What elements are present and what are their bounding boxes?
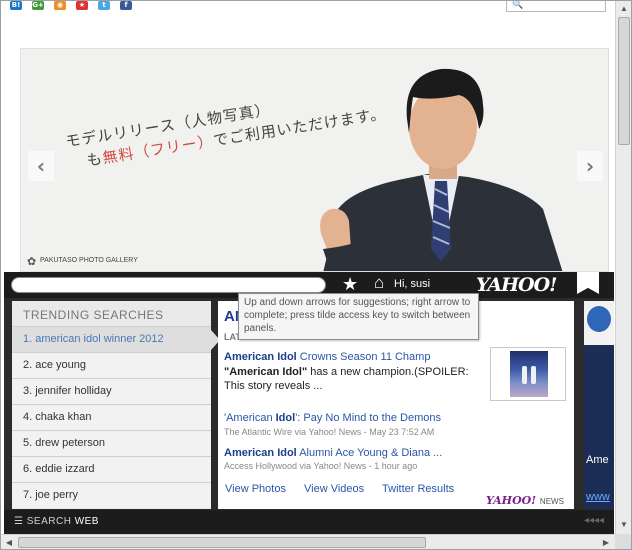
facebook-icon[interactable]: f bbox=[120, 1, 132, 10]
yahoo-news-suffix: NEWS bbox=[539, 497, 564, 506]
thumbnail-figure bbox=[531, 366, 536, 384]
thumbnail-figure bbox=[522, 366, 527, 384]
search-web-bar: ☰ SEARCH WEB ◂◂◂◂ bbox=[4, 510, 614, 534]
home-icon[interactable]: ⌂ bbox=[374, 273, 384, 293]
news-source: Access Hollywood via Yahoo! News - 1 hou… bbox=[224, 461, 418, 471]
googleplus-icon[interactable]: G+ bbox=[32, 1, 44, 10]
side-card-link[interactable]: www bbox=[586, 491, 610, 503]
horizontal-scrollbar[interactable]: ◀ ▶ bbox=[1, 534, 615, 549]
yahoo-news-logo[interactable]: YAHOO! NEWS bbox=[486, 494, 564, 507]
trending-item[interactable]: 5. drew peterson bbox=[12, 430, 211, 456]
news-thumbnail[interactable] bbox=[490, 347, 566, 401]
side-card-header bbox=[584, 301, 614, 345]
news-links: View Photos View Videos Twitter Results bbox=[225, 483, 469, 495]
yahoo-search-input[interactable] bbox=[11, 277, 326, 293]
headline-prefix: 'American bbox=[224, 412, 276, 424]
trending-heading: TRENDING SEARCHES bbox=[23, 308, 164, 322]
menu-icon: ☰ bbox=[14, 516, 27, 527]
scroll-right-icon[interactable]: ▶ bbox=[598, 535, 614, 549]
pakutaso-logo-icon: ✿ bbox=[27, 256, 37, 268]
scroll-down-icon[interactable]: ▼ bbox=[616, 517, 631, 533]
news-story-summary: "American Idol" has a new champion.(SPOI… bbox=[224, 365, 482, 393]
scroll-up-icon[interactable]: ▲ bbox=[616, 1, 631, 17]
trending-item[interactable]: 2. ace young bbox=[12, 352, 211, 378]
twitter-results-link[interactable]: Twitter Results bbox=[382, 483, 454, 495]
hero-slider: モデルリリース（人物写真） も無料（フリー）でご利用いただけます。 ✿ PAKU… bbox=[20, 48, 609, 272]
share-bar: B! G+ ◉ ★ t f 🔍 bbox=[1, 1, 615, 13]
site-search-input[interactable]: 🔍 bbox=[506, 1, 606, 12]
yahoo-logo[interactable]: YAHOO! bbox=[476, 274, 557, 296]
headline-rest: ': Pay No Mind to the Demons bbox=[295, 412, 441, 424]
twitter-icon[interactable]: t bbox=[98, 1, 110, 10]
livedoor-icon[interactable]: ★ bbox=[76, 1, 88, 10]
trending-searches: TRENDING SEARCHES 1. american idol winne… bbox=[12, 301, 220, 509]
trending-item[interactable]: 7. joe perry bbox=[12, 482, 211, 508]
rss-icon[interactable]: ◉ bbox=[54, 1, 66, 10]
search-web-bold: WEB bbox=[74, 516, 99, 527]
browser-viewport: B! G+ ◉ ★ t f 🔍 モデルリリース（人物写真） も無料（フリー）でご… bbox=[0, 0, 632, 550]
yahoo-news-brand: YAHOO! bbox=[486, 494, 537, 507]
headline-rest: Crowns Season 11 Champ bbox=[296, 351, 431, 363]
hatena-bookmark-icon[interactable]: B! bbox=[10, 1, 22, 10]
view-photos-link[interactable]: View Photos bbox=[225, 483, 286, 495]
gallery-label: PAKUTASO PHOTO GALLERY bbox=[40, 257, 138, 264]
search-web-button[interactable]: ☰ SEARCH WEB bbox=[14, 516, 99, 527]
headline-bold: American Idol bbox=[224, 447, 297, 459]
headline-rest: Alumni Ace Young & Diana ... bbox=[296, 447, 443, 459]
user-greeting[interactable]: Hi, susi bbox=[394, 278, 430, 290]
panel-nav-dots[interactable]: ◂◂◂◂ bbox=[584, 515, 604, 526]
trending-item[interactable]: 6. eddie izzard bbox=[12, 456, 211, 482]
view-videos-link[interactable]: View Videos bbox=[304, 483, 364, 495]
search-icon: 🔍 bbox=[512, 0, 524, 9]
summary-bold: "American Idol" bbox=[224, 366, 308, 378]
vertical-scroll-thumb[interactable] bbox=[618, 17, 630, 145]
search-tooltip: Up and down arrows for suggestions; righ… bbox=[238, 293, 479, 340]
news-source: The Atlantic Wire via Yahoo! News - May … bbox=[224, 427, 435, 437]
scroll-left-icon[interactable]: ◀ bbox=[1, 535, 17, 549]
headline-bold: American Idol bbox=[224, 351, 297, 363]
headline-bold: Idol bbox=[275, 412, 296, 424]
news-story-headline[interactable]: American Idol Alumni Ace Young & Diana .… bbox=[224, 447, 442, 459]
model-photo bbox=[320, 68, 563, 271]
side-promo-card[interactable]: Ame www bbox=[584, 301, 614, 509]
thumbnail-image bbox=[510, 351, 548, 397]
bookmark-icon[interactable] bbox=[577, 272, 599, 294]
slider-next-button[interactable]: › bbox=[577, 151, 603, 181]
american-idol-logo-icon bbox=[587, 306, 611, 332]
news-story-headline[interactable]: 'American Idol': Pay No Mind to the Demo… bbox=[224, 412, 441, 424]
horizontal-scroll-thumb[interactable] bbox=[18, 537, 426, 548]
trending-item[interactable]: 4. chaka khan bbox=[12, 404, 211, 430]
news-story-headline[interactable]: American Idol Crowns Season 11 Champ bbox=[224, 351, 430, 363]
scrollbar-corner bbox=[615, 534, 631, 549]
trending-item[interactable]: 3. jennifer holliday bbox=[12, 378, 211, 404]
star-icon[interactable]: ★ bbox=[342, 274, 358, 295]
trending-item[interactable]: 1. american idol winner 2012 bbox=[12, 326, 220, 352]
vertical-scrollbar[interactable]: ▲ ▼ bbox=[615, 1, 631, 534]
search-web-prefix: SEARCH bbox=[26, 516, 75, 527]
side-card-text: Ame bbox=[586, 454, 609, 466]
slider-prev-button[interactable]: ‹ bbox=[28, 151, 54, 181]
